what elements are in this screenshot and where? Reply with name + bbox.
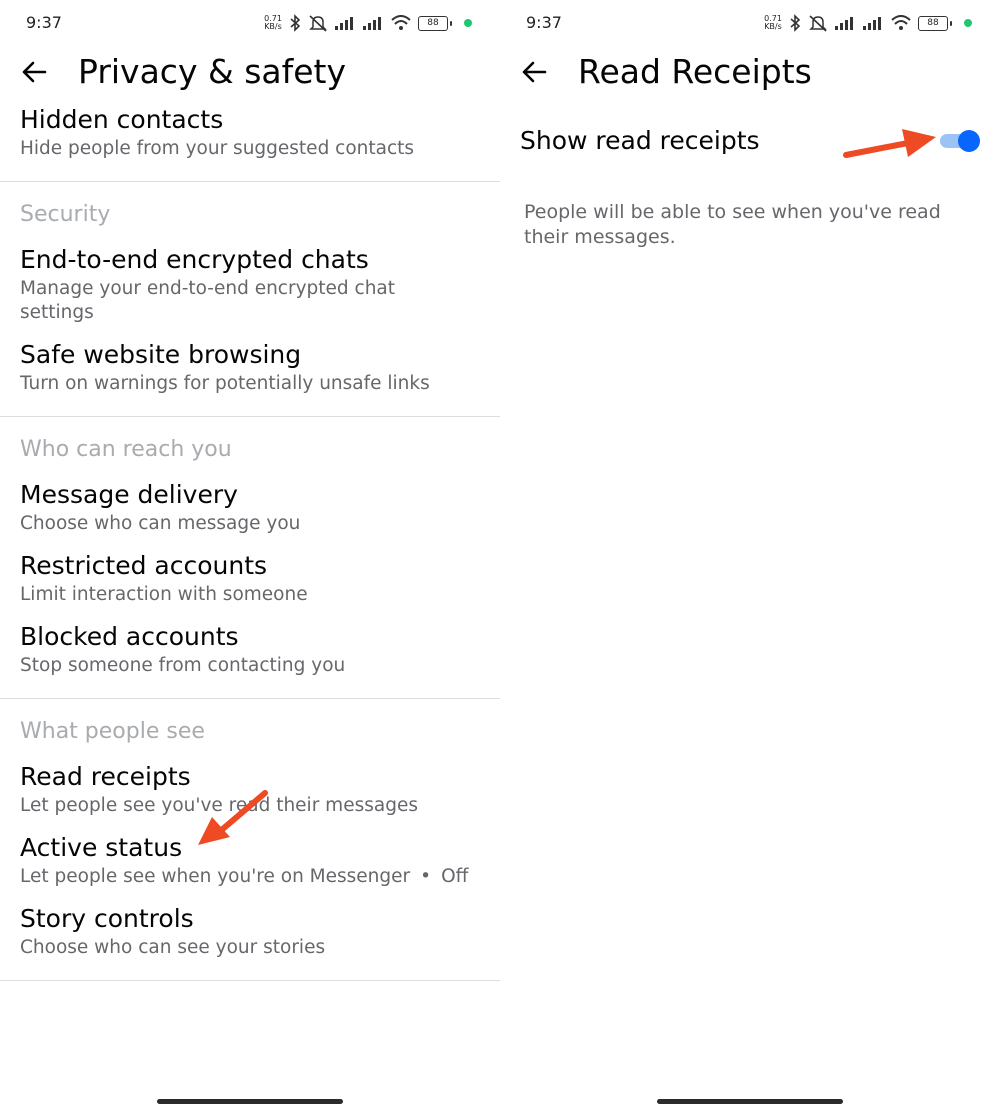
back-arrow-icon[interactable] — [520, 58, 548, 86]
list-item-restricted-accounts[interactable]: Restricted accounts Limit interaction wi… — [0, 542, 500, 613]
header: Read Receipts — [500, 46, 1000, 98]
signal-icon — [835, 17, 853, 30]
active-status-value: Off — [441, 866, 469, 887]
section-header-what-people-see: What people see — [20, 719, 205, 744]
signal-icon — [335, 17, 353, 30]
show-read-receipts-toggle[interactable] — [940, 130, 980, 152]
bluetooth-icon — [290, 14, 301, 32]
wifi-icon — [391, 15, 411, 30]
mute-icon — [809, 15, 827, 32]
toggle-label: Show read receipts — [520, 126, 760, 155]
page-title: Privacy & safety — [78, 52, 346, 91]
list-item-active-status[interactable]: Active status Let people see when you're… — [0, 824, 500, 895]
status-time: 9:37 — [526, 13, 562, 32]
mute-icon — [309, 15, 327, 32]
show-read-receipts-row[interactable]: Show read receipts — [500, 116, 1000, 168]
privacy-indicator-dot — [464, 19, 472, 27]
bluetooth-icon — [790, 14, 801, 32]
active-status-subtitle: Let people see when you're on Messenger — [20, 866, 411, 887]
privacy-safety-screen: 9:37 0.71 KB/s 88 Privacy & safety Hidden… — [0, 0, 500, 1111]
list-item-blocked-accounts[interactable]: Blocked accounts Stop someone from conta… — [0, 613, 500, 684]
section-header-security: Security — [20, 202, 111, 227]
list-item-safe-browsing[interactable]: Safe website browsing Turn on warnings f… — [0, 331, 500, 402]
status-icons: 0.71 KB/s 88 — [764, 12, 972, 34]
list-item-hidden-contacts[interactable]: Hidden contacts Hide people from your su… — [0, 98, 500, 167]
list-item-read-receipts[interactable]: Read receipts Let people see you've read… — [0, 753, 500, 824]
page-title: Read Receipts — [578, 52, 812, 91]
settings-list: Hidden contacts Hide people from your su… — [0, 98, 500, 981]
status-bar: 9:37 0.71 KB/s 88 — [0, 0, 500, 46]
home-indicator[interactable] — [157, 1099, 343, 1104]
privacy-indicator-dot — [964, 19, 972, 27]
read-receipts-description: People will be able to see when you've r… — [524, 201, 941, 248]
battery-icon: 88 — [418, 15, 452, 31]
divider — [0, 980, 500, 981]
toggle-knob — [958, 130, 980, 152]
signal-icon — [363, 17, 381, 30]
wifi-icon — [891, 15, 911, 30]
list-item-message-delivery[interactable]: Message delivery Choose who can message … — [0, 471, 500, 542]
separator-dot: • — [420, 866, 432, 887]
network-speed: 0.71 KB/s — [764, 14, 782, 31]
status-time: 9:37 — [26, 13, 62, 32]
list-item-story-controls[interactable]: Story controls Choose who can see your s… — [0, 895, 500, 966]
signal-icon — [863, 17, 881, 30]
status-icons: 0.71 KB/s 88 — [264, 12, 472, 34]
list-item-encrypted-chats[interactable]: End-to-end encrypted chats Manage your e… — [0, 236, 500, 331]
read-receipts-screen: 9:37 0.71 KB/s 88 Read Receipts Show read… — [500, 0, 1000, 1111]
network-speed: 0.71 KB/s — [264, 14, 282, 31]
home-indicator[interactable] — [657, 1099, 843, 1104]
status-bar: 9:37 0.71 KB/s 88 — [500, 0, 1000, 46]
back-arrow-icon[interactable] — [20, 58, 48, 86]
section-header-who-can-reach-you: Who can reach you — [20, 437, 232, 462]
header: Privacy & safety — [0, 46, 500, 98]
battery-icon: 88 — [918, 15, 952, 31]
